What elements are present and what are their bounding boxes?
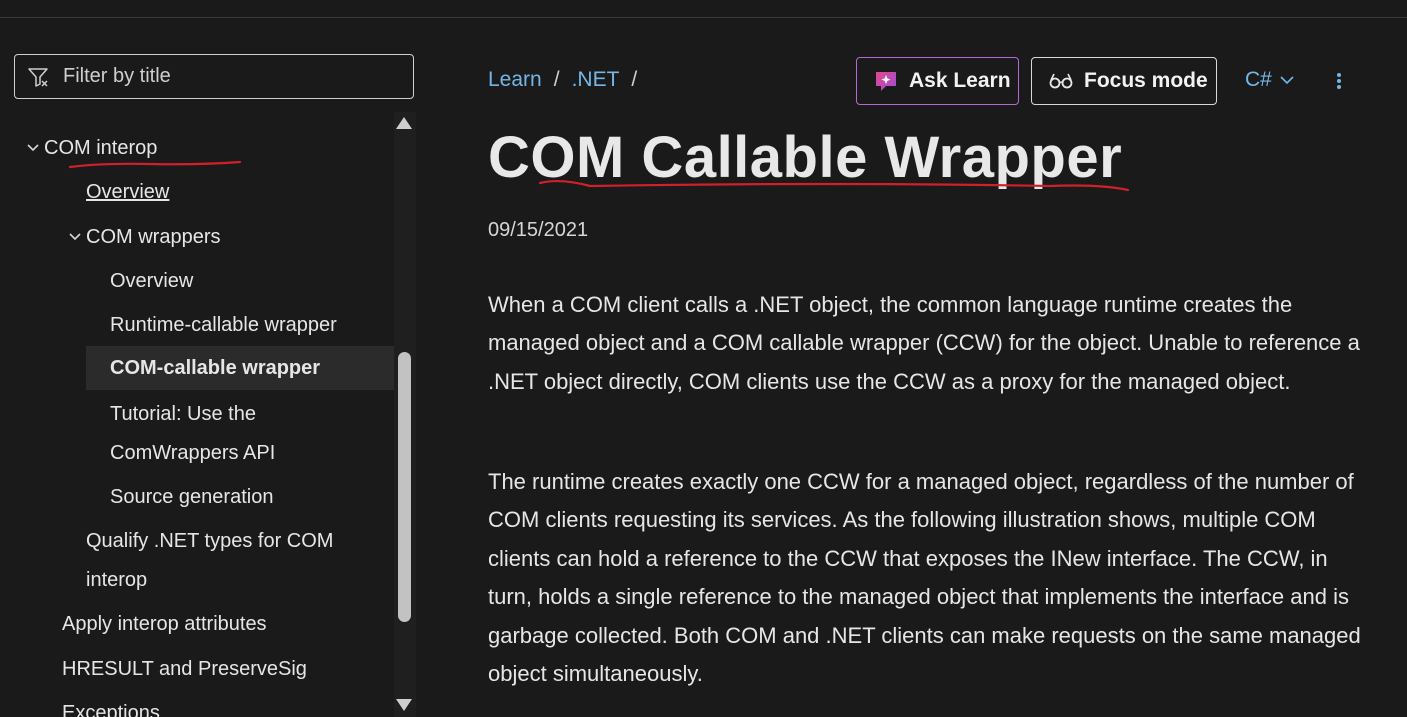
filter-input[interactable] xyxy=(61,64,385,89)
toc-item-hresult[interactable]: HRESULT and PreserveSig xyxy=(62,647,307,691)
toc-item-com-interop[interactable]: COM interop xyxy=(27,126,158,170)
toc-item-interop-attributes[interactable]: Apply interop attributes xyxy=(62,602,267,646)
breadcrumb-learn[interactable]: Learn xyxy=(488,68,542,91)
ask-learn-label: Ask Learn xyxy=(909,69,1011,92)
toc-item-label: Source generation xyxy=(110,486,274,508)
toc-item-qualify-types[interactable]: Qualify .NET types for COM interop xyxy=(86,519,366,607)
filter-box[interactable] xyxy=(14,54,414,99)
toc-item-label: COM interop xyxy=(44,137,158,159)
article-paragraph: The runtime creates exactly one CCW for … xyxy=(488,469,1361,687)
page-title: COM Callable Wrapper xyxy=(488,125,1123,190)
focus-mode-label: Focus mode xyxy=(1084,69,1208,92)
toc-item-label: COM-callable wrapper xyxy=(110,357,321,379)
more-options-icon[interactable] xyxy=(1330,70,1348,94)
toc-item-wrappers-overview[interactable]: Overview xyxy=(110,259,193,303)
language-selector[interactable]: C# xyxy=(1245,68,1294,92)
language-label: C# xyxy=(1245,68,1272,91)
toc-item-label: Qualify .NET types for COM interop xyxy=(86,530,334,591)
scrollbar-thumb[interactable] xyxy=(398,352,411,622)
breadcrumb-dotnet[interactable]: .NET xyxy=(572,68,620,91)
breadcrumb-separator: / xyxy=(631,68,638,91)
filter-icon xyxy=(28,67,48,87)
toc-item-source-generation[interactable]: Source generation xyxy=(110,475,273,519)
toc-item-exceptions[interactable]: Exceptions xyxy=(62,691,160,717)
toc-item-label: Runtime-callable wrapper xyxy=(110,314,337,336)
toc-item-comwrappers-tutorial[interactable]: Tutorial: Use the ComWrappers API xyxy=(110,392,310,480)
chevron-down-icon xyxy=(27,144,39,152)
chevron-down-icon xyxy=(1280,76,1294,85)
toc-nav: COM interop Overview COM wrappers Overvi… xyxy=(14,122,394,717)
copilot-sparkle-icon xyxy=(876,72,896,91)
toc-item-label: Tutorial: Use the ComWrappers API xyxy=(110,403,276,464)
toc-item-label: Exceptions xyxy=(62,702,160,717)
toc-item-rcw[interactable]: Runtime-callable wrapper xyxy=(110,303,337,347)
toc-item-label: Apply interop attributes xyxy=(62,613,267,635)
article-paragraph: When a COM client calls a .NET object, t… xyxy=(488,292,1360,394)
breadcrumb: Learn / .NET / xyxy=(488,68,649,92)
scroll-down-arrow-icon[interactable] xyxy=(396,699,412,711)
focus-mode-button[interactable]: Focus mode xyxy=(1031,57,1217,105)
glasses-icon xyxy=(1049,73,1073,89)
toc-item-label: HRESULT and PreserveSig xyxy=(62,658,307,680)
toc-item-com-wrappers[interactable]: COM wrappers xyxy=(69,215,221,259)
toc-item-label: Overview xyxy=(110,270,194,292)
breadcrumb-separator: / xyxy=(553,68,560,91)
chevron-down-icon xyxy=(69,233,81,241)
toc-item-label: COM wrappers xyxy=(86,226,221,248)
article-date: 09/15/2021 xyxy=(488,219,589,241)
toc-item-overview[interactable]: Overview xyxy=(86,170,169,214)
toc-item-label: Overview xyxy=(86,181,170,203)
top-divider xyxy=(0,17,1407,18)
scroll-up-arrow-icon[interactable] xyxy=(396,117,412,129)
ask-learn-button[interactable]: Ask Learn xyxy=(856,57,1019,105)
toc-item-ccw[interactable]: COM-callable wrapper xyxy=(86,346,394,390)
